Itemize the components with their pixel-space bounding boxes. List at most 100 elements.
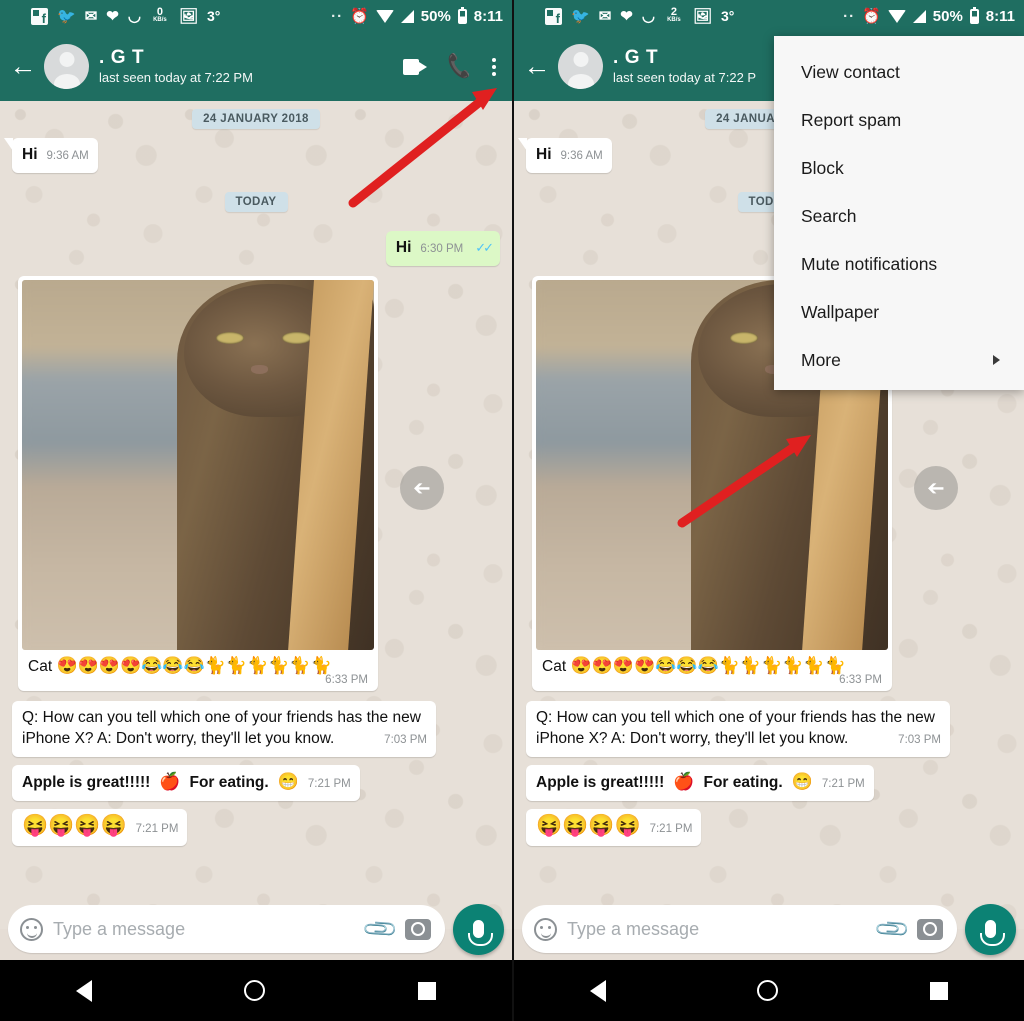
data-speed-value: 2 — [670, 6, 677, 18]
microphone-icon — [980, 920, 1005, 946]
message-time: 7:21 PM — [135, 823, 179, 835]
caption-emoji: 😍😍😍😍😂😂😂🐈🐈🐈🐈🐈🐈 — [570, 656, 846, 675]
message-input[interactable]: Type a message — [567, 919, 868, 940]
forward-arrow-icon: ➔ — [413, 476, 431, 500]
message-row: Q: How can you tell which one of your fr… — [514, 701, 1024, 757]
image-caption: Cat 😍😍😍😍😂😂😂🐈🐈🐈🐈🐈🐈 6:33 PM — [22, 650, 374, 691]
nav-home-icon[interactable] — [757, 980, 779, 1001]
overflow-dots-icon: ·· — [843, 7, 856, 25]
cat-photo[interactable] — [22, 280, 374, 650]
message-text: Hi — [395, 239, 412, 256]
attach-icon[interactable]: 📎 — [361, 909, 400, 948]
incoming-message-bubble[interactable]: 😝😝😝😝 7:21 PM — [526, 809, 702, 846]
message-row: Apple is great!!!!! 🍎 For eating. 😁 7:21… — [0, 765, 512, 801]
message-text: Q: How can you tell which one of your fr… — [22, 709, 421, 747]
message-input-container[interactable]: Type a message 📎 — [522, 905, 957, 953]
contact-avatar[interactable] — [558, 44, 603, 89]
nav-recents-icon[interactable] — [930, 981, 949, 1000]
overflow-menu[interactable]: View contact Report spam Block Search Mu… — [774, 36, 1024, 390]
overflow-dots-icon: ·· — [331, 7, 344, 25]
phone-call-icon[interactable]: 📞 — [444, 52, 474, 80]
grin-emoji: 😁 — [277, 772, 299, 791]
message-input[interactable]: Type a message — [53, 919, 356, 940]
outgoing-message-bubble[interactable]: Hi 6:30 PM ✓✓ — [385, 231, 500, 266]
forward-arrow-icon: ➔ — [927, 476, 945, 500]
message-time: 7:21 PM — [307, 778, 351, 790]
header-actions: 📞 — [402, 52, 500, 80]
status-bar-notification-icons: 🐦 ✉ ❤ ◡ 0 KB/s 🖼 3° — [9, 7, 331, 27]
moustache-icon: ◡ — [641, 7, 655, 25]
incoming-message-bubble[interactable]: Hi 9:36 AM — [4, 138, 98, 173]
wifi-icon — [375, 9, 394, 23]
screenshot-pair: 🐦 ✉ ❤ ◡ 0 KB/s 🖼 3° ·· ⏰ 50% 8:11 — [0, 0, 1024, 1021]
cat-eye-left — [729, 331, 758, 344]
back-button[interactable]: ← — [8, 53, 38, 80]
image-message-bubble[interactable]: ➔ Cat 😍😍😍😍😂😂😂🐈🐈🐈🐈🐈🐈 6:33 PM — [18, 276, 444, 691]
heart-icon: ❤ — [620, 7, 633, 25]
emoji-only-message: 😝😝😝😝 — [536, 814, 641, 837]
grin-emoji: 😁 — [791, 772, 813, 791]
voice-record-button[interactable] — [453, 903, 504, 955]
twitter-icon: 🐦 — [571, 7, 590, 25]
temperature-indicator: 3° — [720, 8, 735, 24]
camera-icon[interactable] — [917, 918, 943, 940]
apple-emoji: 🍎 — [673, 772, 695, 791]
incoming-message-bubble[interactable]: Q: How can you tell which one of your fr… — [12, 701, 436, 757]
overflow-menu-icon[interactable] — [491, 57, 496, 76]
menu-item-label: Block — [801, 158, 844, 178]
chat-message-list-left[interactable]: 24 JANUARY 2018 Hi 9:36 AM TODAY Hi 6:30… — [0, 101, 512, 929]
message-row: Q: How can you tell which one of your fr… — [0, 701, 512, 757]
forward-button[interactable]: ➔ — [400, 466, 444, 510]
nav-back-icon[interactable] — [589, 979, 606, 1002]
menu-item-more[interactable]: More — [774, 336, 1024, 384]
camera-icon[interactable] — [405, 918, 431, 940]
attach-icon[interactable]: 📎 — [873, 909, 912, 948]
date-divider: 24 JANUARY 2018 — [192, 109, 320, 129]
menu-item-label: View contact — [801, 62, 900, 82]
battery-icon — [457, 6, 467, 24]
nav-recents-icon[interactable] — [417, 981, 436, 1000]
incoming-message-bubble[interactable]: 😝😝😝😝 7:21 PM — [12, 809, 188, 846]
clock-time: 8:11 — [985, 7, 1015, 25]
facebook-messenger-icon — [545, 7, 562, 27]
message-time: 9:36 AM — [560, 150, 603, 162]
nav-back-icon[interactable] — [76, 979, 93, 1002]
video-call-icon[interactable] — [402, 58, 427, 75]
contact-avatar[interactable] — [44, 44, 89, 89]
incoming-message-bubble[interactable]: Q: How can you tell which one of your fr… — [526, 701, 950, 757]
alarm-icon: ⏰ — [862, 7, 881, 25]
menu-item-wallpaper[interactable]: Wallpaper — [774, 288, 1024, 336]
contact-info[interactable]: . G T last seen today at 7:22 PM — [95, 47, 397, 86]
message-composer-left: Type a message 📎 — [0, 898, 512, 960]
incoming-message-bubble[interactable]: Apple is great!!!!! 🍎 For eating. 😁 7:21… — [526, 765, 874, 801]
message-text-2: For eating. — [703, 774, 783, 791]
message-row: Hi 6:30 PM ✓✓ — [0, 231, 512, 266]
caption-emoji: 😍😍😍😍😂😂😂🐈🐈🐈🐈🐈🐈 — [56, 656, 332, 675]
nav-home-icon[interactable] — [244, 980, 266, 1001]
heart-icon: ❤ — [106, 7, 119, 25]
menu-item-search[interactable]: Search — [774, 192, 1024, 240]
voice-record-button[interactable] — [965, 903, 1016, 955]
forward-button[interactable]: ➔ — [914, 466, 958, 510]
message-row: 😝😝😝😝 7:21 PM — [0, 809, 512, 846]
data-speed-icon: 2 KB/s — [664, 7, 684, 25]
message-time: 7:03 PM — [384, 734, 427, 746]
emoji-icon[interactable] — [534, 917, 557, 941]
menu-item-mute-notifications[interactable]: Mute notifications — [774, 240, 1024, 288]
menu-item-view-contact[interactable]: View contact — [774, 48, 1024, 96]
emoji-icon[interactable] — [20, 917, 43, 941]
gmail-icon: ✉ — [598, 7, 612, 25]
data-speed-icon: 0 KB/s — [150, 7, 170, 25]
message-time: 6:33 PM — [839, 674, 882, 686]
menu-item-report-spam[interactable]: Report spam — [774, 96, 1024, 144]
photos-icon: 🖼 — [692, 7, 712, 25]
message-row: Hi 9:36 AM — [0, 138, 512, 173]
back-button[interactable]: ← — [522, 53, 552, 80]
incoming-message-bubble[interactable]: Apple is great!!!!! 🍎 For eating. 😁 7:21… — [12, 765, 360, 801]
message-input-container[interactable]: Type a message 📎 — [8, 905, 445, 953]
menu-item-label: Search — [801, 206, 857, 226]
incoming-message-bubble[interactable]: Hi 9:36 AM — [518, 138, 612, 173]
alarm-icon: ⏰ — [350, 7, 369, 25]
menu-item-label: More — [801, 350, 841, 370]
menu-item-block[interactable]: Block — [774, 144, 1024, 192]
